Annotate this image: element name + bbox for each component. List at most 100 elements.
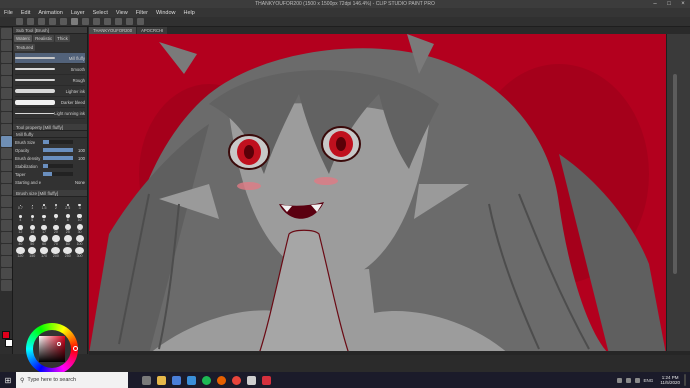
brush-size-option[interactable]: 50 xyxy=(27,235,38,246)
tab-realistic[interactable]: Realistic xyxy=(33,35,55,42)
prop-slider[interactable] xyxy=(43,180,73,184)
brush-size-option[interactable]: 170 xyxy=(39,247,50,258)
brush-item[interactable]: Darker bleed xyxy=(15,97,85,108)
brush-item[interactable]: Lighter ink xyxy=(15,86,85,97)
brush-size-option[interactable]: 150 xyxy=(27,247,38,258)
figure-icon[interactable] xyxy=(0,220,12,231)
new-file-icon[interactable] xyxy=(16,18,23,25)
clock[interactable]: 1:24 PM 11/5/2020 xyxy=(660,375,680,385)
brush-size-option[interactable]: 20 xyxy=(50,223,61,234)
brush-size-option[interactable]: 5 xyxy=(27,211,38,222)
brush-icon[interactable] xyxy=(0,136,12,147)
brush-size-option[interactable]: 40 xyxy=(15,235,26,246)
pen-icon[interactable] xyxy=(0,112,12,123)
tab-waterc[interactable]: Waterc xyxy=(14,35,33,42)
tab-document[interactable]: APOCRCHI xyxy=(137,27,168,34)
redo-icon[interactable] xyxy=(60,18,67,25)
blend-icon[interactable] xyxy=(0,184,12,195)
menu-view[interactable]: View xyxy=(116,10,128,16)
minimize-icon[interactable]: – xyxy=(648,0,662,8)
mail-icon[interactable] xyxy=(187,375,196,385)
taskbar-search[interactable]: ⚲ Type here to search xyxy=(16,372,128,388)
frame-icon[interactable] xyxy=(0,232,12,243)
brush-size-option[interactable]: 200 xyxy=(50,247,61,258)
menu-select[interactable]: Select xyxy=(93,10,108,16)
brush-size-option[interactable]: 15 xyxy=(27,223,38,234)
menu-filter[interactable]: Filter xyxy=(136,10,148,16)
brush-size-option[interactable]: 6 xyxy=(39,211,50,222)
spotify-icon[interactable] xyxy=(202,375,211,385)
clip-studio-icon[interactable] xyxy=(262,375,271,385)
zoom-tool-icon[interactable] xyxy=(0,28,12,39)
text-icon[interactable] xyxy=(0,256,12,267)
tab-textured[interactable]: Textured xyxy=(14,44,36,51)
close-icon[interactable]: × xyxy=(676,0,690,8)
brush-size-option[interactable]: 12 xyxy=(15,223,26,234)
prop-opacity[interactable]: Opacity 100 xyxy=(13,146,87,154)
menu-edit[interactable]: Edit xyxy=(21,10,30,16)
prop-slider[interactable] xyxy=(43,164,73,168)
brush-item[interactable]: Mill fluffy xyxy=(15,53,85,64)
hue-handle[interactable] xyxy=(73,346,78,351)
menu-window[interactable]: Window xyxy=(156,10,176,16)
main-color-swatch[interactable] xyxy=(2,331,10,339)
brush-size-option[interactable]: 250 xyxy=(62,247,73,258)
brush-size-option[interactable]: 17 xyxy=(39,223,50,234)
prop-slider[interactable] xyxy=(43,156,73,160)
brush-size-option[interactable]: 30 xyxy=(74,223,85,234)
brush-size-option[interactable]: 1.5 xyxy=(39,199,50,210)
menu-animation[interactable]: Animation xyxy=(38,10,62,16)
prop-taper[interactable]: Taper xyxy=(13,170,87,178)
balloon-icon[interactable] xyxy=(0,268,12,279)
show-desktop-button[interactable] xyxy=(684,374,686,386)
brush-size-option[interactable]: 300 xyxy=(74,247,85,258)
fill-icon[interactable] xyxy=(0,196,12,207)
snap-grid-icon[interactable] xyxy=(126,18,133,25)
pencil-icon[interactable] xyxy=(0,124,12,135)
invert-selection-icon[interactable] xyxy=(104,18,111,25)
gradient-icon[interactable] xyxy=(0,208,12,219)
prop-slider[interactable] xyxy=(43,148,73,152)
brush-size-option[interactable]: 2 xyxy=(50,199,61,210)
clear-icon[interactable] xyxy=(71,18,78,25)
menu-layer[interactable]: Layer xyxy=(71,10,85,16)
saturation-value-square[interactable] xyxy=(39,336,65,362)
brush-item[interactable]: Light running ink xyxy=(15,108,85,119)
sv-handle[interactable] xyxy=(57,342,61,346)
selection-icon[interactable] xyxy=(0,76,12,87)
chrome-icon[interactable] xyxy=(232,375,241,385)
prop-brush-density[interactable]: Brush density 100 xyxy=(13,154,87,162)
maximize-icon[interactable]: □ xyxy=(662,0,676,8)
start-icon[interactable]: ⊞ xyxy=(0,372,16,388)
vertical-scrollbar[interactable] xyxy=(666,34,690,354)
save-icon[interactable] xyxy=(38,18,45,25)
prop-brush-size[interactable]: Brush Size xyxy=(13,138,87,146)
brush-item[interactable]: Rough xyxy=(15,75,85,86)
store-icon[interactable] xyxy=(172,375,181,385)
brush-size-option[interactable]: 120 xyxy=(15,247,26,258)
move-tool-icon[interactable] xyxy=(0,40,12,51)
eyedropper-icon[interactable] xyxy=(0,100,12,111)
correct-line-icon[interactable] xyxy=(0,280,12,291)
transform-icon[interactable] xyxy=(82,18,89,25)
brush-size-option[interactable]: 7 xyxy=(50,211,61,222)
operation-tool-icon[interactable] xyxy=(0,52,12,63)
brush-size-option[interactable]: 3 xyxy=(74,199,85,210)
language-indicator[interactable]: ENG xyxy=(644,378,654,383)
menu-file[interactable]: File xyxy=(4,10,13,16)
color-wheel[interactable] xyxy=(26,323,78,375)
tab-thick[interactable]: Thick xyxy=(55,35,70,42)
brush-size-option[interactable]: 80 xyxy=(62,235,73,246)
brush-size-option[interactable]: 2.5 xyxy=(62,199,73,210)
app-icon[interactable] xyxy=(247,375,256,385)
prop-slider[interactable] xyxy=(43,172,73,176)
tab-document[interactable]: THANKYOUFOR200 xyxy=(89,27,137,34)
menu-help[interactable]: Help xyxy=(184,10,195,16)
prop-stabilization[interactable]: Stabilization xyxy=(13,162,87,170)
brush-size-option[interactable]: 60 xyxy=(39,235,50,246)
eraser-icon[interactable] xyxy=(0,172,12,183)
canvas[interactable] xyxy=(89,34,666,354)
brush-size-option[interactable]: 70 xyxy=(50,235,61,246)
auto-select-icon[interactable] xyxy=(0,88,12,99)
scrollbar-thumb[interactable] xyxy=(673,74,677,274)
